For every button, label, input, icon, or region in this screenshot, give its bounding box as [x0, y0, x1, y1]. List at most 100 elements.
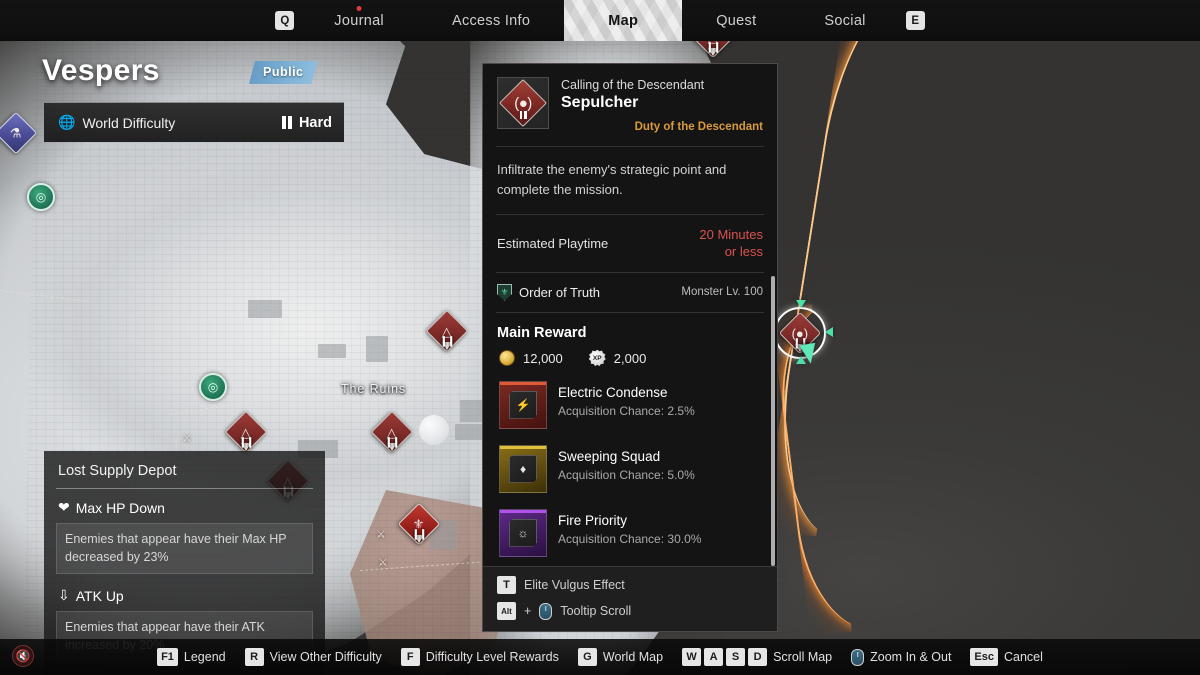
- heart-icon: ❤: [58, 499, 70, 515]
- key-alt: Alt: [497, 602, 516, 620]
- world-difficulty-label: World Difficulty: [82, 114, 176, 131]
- module-chip-icon: ⚡: [509, 390, 537, 419]
- faction-row: ⚜ Order of Truth Monster Lv. 100: [483, 273, 777, 312]
- map-marker-mission[interactable]: △ ❙❙: [224, 410, 268, 454]
- gold-amount: 12,000: [523, 350, 563, 366]
- map-marker-research-lab[interactable]: ⚗: [0, 111, 38, 155]
- footer-hint-elite-effect[interactable]: T Elite Vulgus Effect: [497, 576, 763, 594]
- marker-difficulty-badge: ❙❙: [384, 437, 401, 448]
- footer-hint-label: Tooltip Scroll: [560, 604, 632, 618]
- reward-icon: ☼: [499, 508, 547, 557]
- currency-rewards: 12,000 XP 2,000: [483, 349, 777, 377]
- map-poi-icon: ⚔: [378, 557, 388, 569]
- map-marker-outpost[interactable]: ◎: [199, 373, 227, 401]
- prev-tab-key[interactable]: Q: [275, 11, 295, 30]
- key-f: F: [400, 648, 420, 666]
- mission-title: Sepulcher: [561, 94, 639, 111]
- hint-legend[interactable]: F1 Legend: [157, 648, 226, 666]
- reward-row[interactable]: ⚡ Electric Condense Acquisition Chance: …: [483, 377, 777, 433]
- difficulty-level-icon: [282, 116, 292, 129]
- mouse-scroll-icon: [539, 602, 553, 620]
- reward-row[interactable]: ♦ Sweeping Squad Acquisition Chance: 5.0…: [483, 441, 777, 497]
- playtime-line1: 20 Minutes: [699, 226, 763, 242]
- tab-label: Map: [608, 12, 639, 29]
- hint-label: View Other Difficulty: [269, 650, 382, 664]
- depot-effect-description: Enemies that appear have their Max HP de…: [56, 523, 313, 575]
- mic-muted-icon[interactable]: 🔇: [12, 645, 34, 667]
- footer-hint-label: Elite Vulgus Effect: [524, 578, 625, 592]
- mission-panel-footer: T Elite Vulgus Effect Alt + Tooltip Scro…: [483, 566, 777, 631]
- hint-scroll-map[interactable]: W A S D Scroll Map: [682, 648, 832, 666]
- map-marker-boss[interactable]: ⚜ ❙❙: [397, 502, 441, 546]
- playtime-line2: or less: [724, 244, 763, 260]
- marker-difficulty-badge: ❙❙: [238, 437, 255, 448]
- map-marker-outpost[interactable]: ◎: [27, 183, 55, 211]
- next-tab-key[interactable]: E: [905, 11, 925, 30]
- world-difficulty-bar[interactable]: 🌐 World Difficulty Hard: [44, 102, 344, 142]
- divider: [56, 488, 313, 489]
- key-esc: Esc: [970, 648, 998, 666]
- plus-sign: +: [524, 604, 532, 618]
- map-marker-mission[interactable]: △ ❙❙: [370, 410, 414, 454]
- estimated-playtime-label: Estimated Playtime: [497, 235, 609, 251]
- hint-label: Legend: [183, 650, 226, 664]
- map-dome-structure: [419, 415, 449, 445]
- main-reward-header: Main Reward: [497, 324, 587, 341]
- map-poi-icon: ⚔: [182, 433, 192, 445]
- reward-chance: Acquisition Chance: 30.0%: [558, 531, 702, 546]
- panel-scrollbar[interactable]: [771, 276, 775, 566]
- mission-series: Calling of the Descendant: [561, 78, 705, 92]
- tab-social[interactable]: Social: [790, 0, 899, 41]
- mission-detail-panel: (●) Calling of the Descendant Sepulcher …: [482, 63, 778, 632]
- tab-label: Access Info: [451, 12, 531, 29]
- mission-detail-scroll-area[interactable]: (●) Calling of the Descendant Sepulcher …: [483, 64, 777, 566]
- hint-world-map[interactable]: G World Map: [577, 648, 663, 666]
- faction-name: Order of Truth: [519, 284, 600, 300]
- depot-effect-heading: ⇩ ATK Up: [56, 587, 313, 604]
- depot-effect-heading: ❤ Max HP Down: [56, 499, 313, 516]
- reward-row[interactable]: ☼ Fire Priority Acquisition Chance: 30.0…: [483, 505, 777, 561]
- hint-view-other-difficulty[interactable]: R View Other Difficulty: [244, 648, 382, 666]
- reward-icon: ⚡: [499, 380, 547, 429]
- marker-difficulty-badge: ❙❙: [439, 336, 456, 347]
- tab-quest[interactable]: Quest: [682, 0, 790, 41]
- hint-zoom[interactable]: Zoom In & Out: [851, 648, 952, 666]
- mission-diamond-icon: (●): [497, 77, 549, 129]
- reward-name: Sweeping Squad: [558, 448, 661, 464]
- estimated-playtime-value: 20 Minutes or less: [699, 226, 763, 261]
- hint-difficulty-level-rewards[interactable]: F Difficulty Level Rewards: [400, 648, 559, 666]
- marker-difficulty-badge: ❙❙: [705, 42, 722, 53]
- tab-map[interactable]: Map: [564, 0, 682, 41]
- reward-name: Electric Condense: [558, 384, 668, 400]
- bottom-hint-bar: F1 Legend R View Other Difficulty F Diff…: [0, 639, 1200, 675]
- outpost-icon: ◎: [27, 183, 55, 211]
- module-chip-icon: ☼: [509, 518, 537, 547]
- xp-badge-icon: XP: [588, 349, 606, 367]
- key-r: R: [244, 648, 264, 666]
- key-f1: F1: [157, 648, 178, 666]
- tab-access-info[interactable]: Access Info: [418, 0, 564, 41]
- depot-effect-name: Max HP Down: [75, 499, 165, 516]
- hint-cancel[interactable]: Esc Cancel: [970, 648, 1043, 666]
- xp-reward: XP 2,000: [588, 349, 646, 367]
- map-structure: [248, 300, 282, 318]
- map-marker-mission[interactable]: △ ❙❙: [425, 309, 469, 353]
- mission-header: (●) Calling of the Descendant Sepulcher …: [483, 64, 777, 146]
- mission-category: Duty of the Descendant: [634, 121, 763, 133]
- hint-label: Difficulty Level Rewards: [425, 650, 559, 664]
- tab-journal[interactable]: Journal: [300, 0, 418, 41]
- outpost-icon: ◎: [199, 373, 227, 401]
- flask-icon: ⚗: [10, 125, 22, 141]
- gold-reward: 12,000: [499, 350, 563, 367]
- selection-arrow-top: [796, 300, 806, 308]
- hint-label: Zoom In & Out: [870, 650, 952, 664]
- depot-effect-name: ATK Up: [75, 587, 124, 604]
- key-d: D: [748, 648, 768, 666]
- footer-hint-tooltip-scroll[interactable]: Alt + Tooltip Scroll: [497, 602, 763, 620]
- world-difficulty-label-group: 🌐 World Difficulty: [58, 114, 282, 131]
- reward-chance: Acquisition Chance: 2.5%: [558, 403, 695, 418]
- region-title: Vespers: [42, 54, 160, 87]
- session-privacy-badge[interactable]: Public: [249, 61, 318, 84]
- map-marker-selected-sepulcher[interactable]: (●) ❙❙: [769, 300, 833, 366]
- game-screen: ⚔ ⚔ ⚔ ◆ The Ruins ⚗ ◎ ◎ △ ❙❙ △ ❙❙ △ ❙❙: [0, 0, 1200, 675]
